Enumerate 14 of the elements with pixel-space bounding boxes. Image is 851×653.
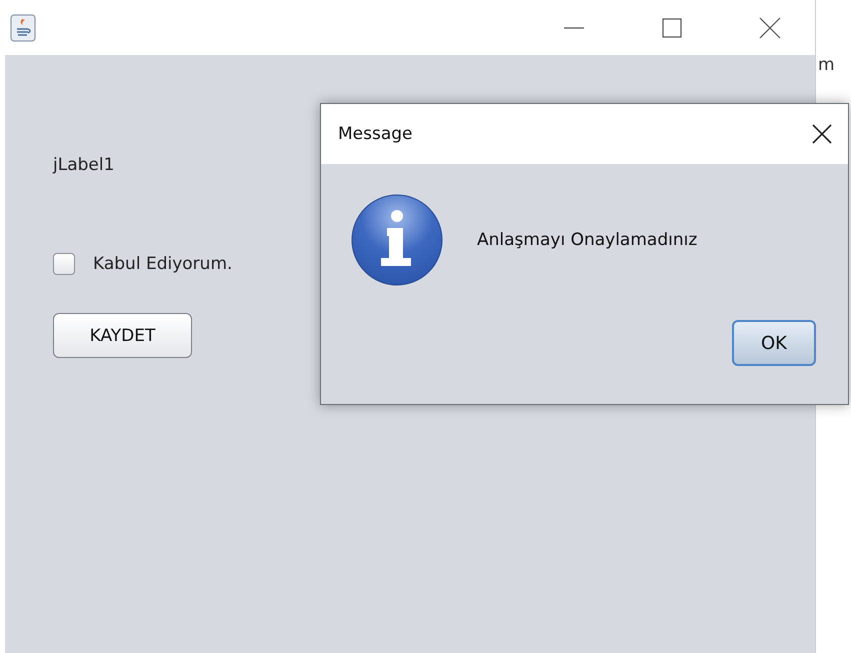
close-icon bbox=[759, 16, 781, 38]
message-text: Anlaşmayı Onaylamadınız bbox=[477, 230, 698, 250]
checkbox[interactable] bbox=[53, 253, 75, 275]
maximize-icon bbox=[662, 18, 682, 38]
close-icon bbox=[812, 124, 832, 144]
save-button[interactable]: KAYDET bbox=[53, 313, 192, 358]
checkbox-label[interactable]: Kabul Ediyorum. bbox=[93, 254, 232, 274]
info-icon bbox=[351, 194, 443, 286]
minimize-icon bbox=[564, 26, 584, 28]
dialog-title: Message bbox=[338, 124, 413, 144]
ok-button[interactable]: OK bbox=[732, 320, 816, 366]
window-text: m bbox=[818, 55, 835, 75]
label-text: jLabel1 bbox=[53, 155, 114, 175]
close-button[interactable] bbox=[812, 124, 832, 144]
